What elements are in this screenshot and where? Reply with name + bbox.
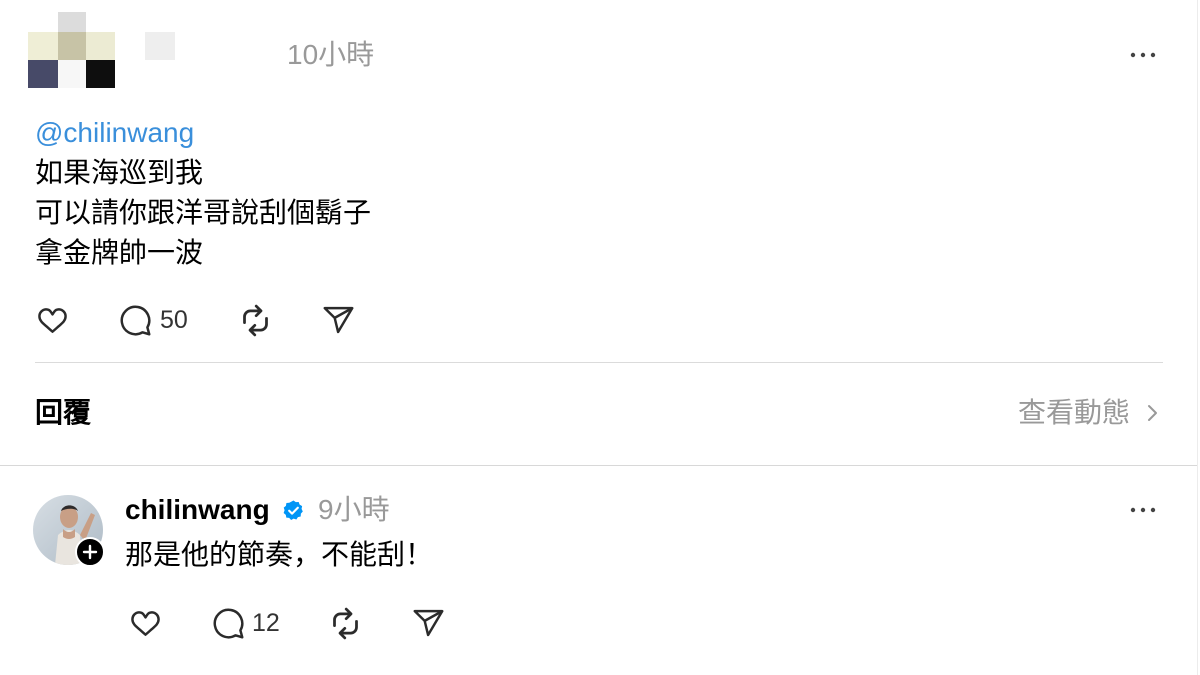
comment-count: 12 [252, 609, 280, 637]
avatar-mosaic-tile [86, 60, 115, 88]
mention-link[interactable]: @chilinwang [35, 113, 371, 153]
reply-text: 那是他的節奏，不能刮！ [125, 539, 434, 570]
repost-icon[interactable] [329, 607, 362, 640]
send-icon[interactable] [412, 607, 445, 640]
send-icon[interactable] [322, 304, 355, 337]
more-icon[interactable] [1128, 505, 1158, 515]
post-divider [35, 362, 1163, 363]
view-activity-link[interactable]: 查看動態 [1018, 393, 1163, 433]
heart-icon[interactable] [129, 607, 162, 640]
post-timestamp: 10小時 [287, 39, 375, 70]
section-divider [0, 465, 1197, 466]
avatar-mosaic-tile [58, 32, 86, 60]
post-text-line: 拿金牌帥一波 [35, 237, 204, 268]
avatar-mosaic-tile [28, 32, 58, 60]
reply-username[interactable]: chilinwang [125, 490, 270, 530]
avatar-mosaic-tile [28, 60, 58, 88]
avatar-mosaic-tile [58, 12, 86, 32]
post-author-username-mosaic[interactable] [145, 32, 175, 60]
repost-icon[interactable] [239, 304, 272, 337]
post-author-avatar[interactable] [0, 0, 120, 92]
heart-icon[interactable] [36, 304, 69, 337]
verified-badge-icon [282, 499, 305, 522]
right-border [1197, 0, 1198, 675]
avatar-mosaic-tile [58, 60, 86, 88]
reply-timestamp: 9小時 [318, 494, 390, 525]
comment-count: 50 [160, 306, 188, 334]
chevron-right-icon [1140, 401, 1164, 425]
view-activity-label: 查看動態 [1018, 397, 1131, 428]
post-text-line: 可以請你跟洋哥說刮個鬍子 [35, 197, 372, 228]
comment-icon[interactable] [119, 304, 152, 337]
comment-icon[interactable] [212, 607, 245, 640]
replies-title: 回覆 [35, 397, 92, 428]
avatar-mosaic-tile [86, 32, 115, 60]
post-body: @chilinwang 如果海巡到我 可以請你跟洋哥說刮個鬍子 拿金牌帥一波 [35, 113, 371, 273]
post-text-line: 如果海巡到我 [35, 157, 204, 188]
plus-icon[interactable] [75, 537, 105, 567]
more-icon[interactable] [1128, 50, 1158, 60]
